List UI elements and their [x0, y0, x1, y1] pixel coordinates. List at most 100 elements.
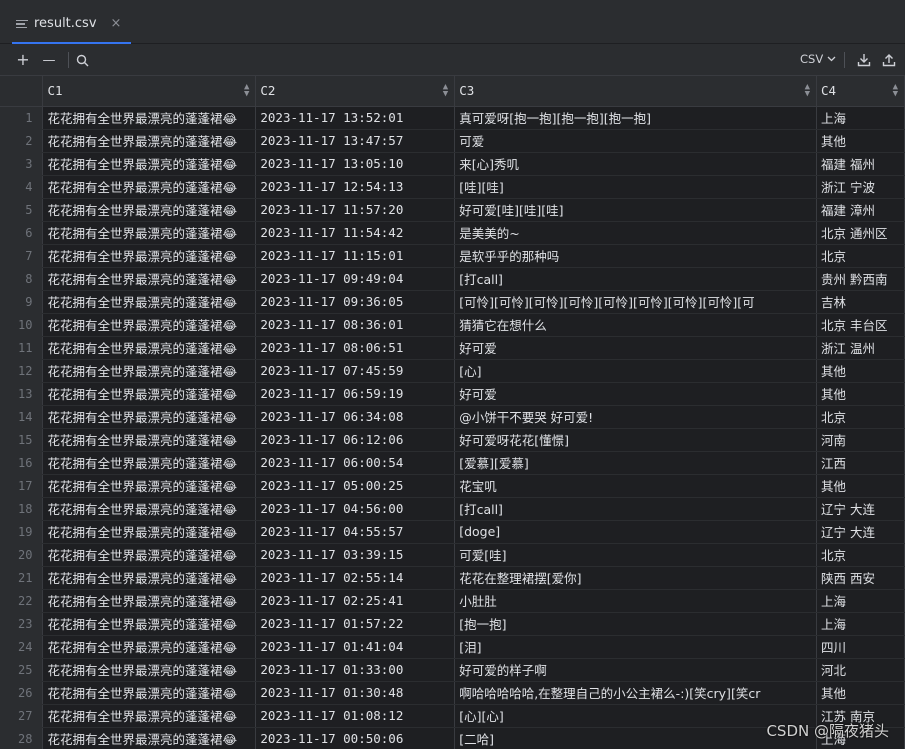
- cell-c3[interactable]: 好可爱呀花花[懂憬]: [454, 428, 818, 452]
- row-number[interactable]: 22: [0, 589, 44, 613]
- table-row[interactable]: 1 花花拥有全世界最漂亮的蓬蓬裙😂 2023-11-17 13:52:01 真可爱呀[…: [0, 106, 905, 130]
- cell-c3[interactable]: 猜猜它在想什么: [454, 313, 818, 337]
- cell-c1[interactable]: 花花拥有全世界最漂亮的蓬蓬裙😂: [42, 382, 257, 406]
- table-row[interactable]: 22 花花拥有全世界最漂亮的蓬蓬裙😂 2023-11-17 02:25:41 小肚肚上…: [0, 589, 905, 613]
- cell-c4[interactable]: 四川: [816, 635, 905, 659]
- table-row[interactable]: 9 花花拥有全世界最漂亮的蓬蓬裙😂 2023-11-17 09:36:05 [可怜][…: [0, 290, 905, 314]
- cell-c1[interactable]: 花花拥有全世界最漂亮的蓬蓬裙😂: [42, 520, 257, 544]
- cell-c4[interactable]: 其他: [816, 474, 905, 498]
- table-row[interactable]: 6 花花拥有全世界最漂亮的蓬蓬裙😂 2023-11-17 11:54:42 是美美的~…: [0, 221, 905, 245]
- row-number[interactable]: 10: [0, 313, 44, 337]
- cell-c2[interactable]: 2023-11-17 08:36:01: [255, 313, 456, 337]
- row-number[interactable]: 25: [0, 658, 44, 682]
- cell-c4[interactable]: 辽宁 大连: [816, 497, 905, 521]
- cell-c1[interactable]: 花花拥有全世界最漂亮的蓬蓬裙😂: [42, 267, 257, 291]
- cell-c1[interactable]: 花花拥有全世界最漂亮的蓬蓬裙😂: [42, 290, 257, 314]
- cell-c3[interactable]: 是软乎乎的那种吗: [454, 244, 818, 268]
- cell-c2[interactable]: 2023-11-17 11:57:20: [255, 198, 456, 222]
- cell-c3[interactable]: 好可爱[哇][哇][哇]: [454, 198, 818, 222]
- cell-c4[interactable]: 北京 通州区: [816, 221, 905, 245]
- cell-c3[interactable]: [打call]: [454, 267, 818, 291]
- row-number[interactable]: 19: [0, 520, 44, 544]
- close-icon[interactable]: ×: [111, 16, 122, 31]
- cell-c2[interactable]: 2023-11-17 06:00:54: [255, 451, 456, 475]
- export-button[interactable]: [880, 51, 898, 69]
- table-row[interactable]: 11 花花拥有全世界最漂亮的蓬蓬裙😂 2023-11-17 08:06:51 好可爱浙…: [0, 336, 905, 360]
- cell-c2[interactable]: 2023-11-17 02:25:41: [255, 589, 456, 613]
- cell-c1[interactable]: 花花拥有全世界最漂亮的蓬蓬裙😂: [42, 152, 257, 176]
- cell-c2[interactable]: 2023-11-17 03:39:15: [255, 543, 456, 567]
- row-number[interactable]: 28: [0, 727, 44, 749]
- cell-c4[interactable]: 陕西 西安: [816, 566, 905, 590]
- cell-c3[interactable]: 可爱[哇]: [454, 543, 818, 567]
- table-row[interactable]: 5 花花拥有全世界最漂亮的蓬蓬裙😂 2023-11-17 11:57:20 好可爱[哇…: [0, 198, 905, 222]
- cell-c1[interactable]: 花花拥有全世界最漂亮的蓬蓬裙😂: [42, 566, 257, 590]
- table-row[interactable]: 4 花花拥有全世界最漂亮的蓬蓬裙😂 2023-11-17 12:54:13 [哇][哇…: [0, 175, 905, 199]
- cell-c3[interactable]: [可怜][可怜][可怜][可怜][可怜][可怜][可怜][可怜][可: [454, 290, 818, 314]
- cell-c2[interactable]: 2023-11-17 05:00:25: [255, 474, 456, 498]
- cell-c4[interactable]: 上海: [816, 106, 905, 130]
- cell-c2[interactable]: 2023-11-17 01:30:48: [255, 681, 456, 705]
- cell-c3[interactable]: [二哈]: [454, 727, 818, 749]
- cell-c1[interactable]: 花花拥有全世界最漂亮的蓬蓬裙😂: [42, 474, 257, 498]
- cell-c3[interactable]: 好可爱的样子啊: [454, 658, 818, 682]
- cell-c4[interactable]: 吉林: [816, 290, 905, 314]
- cell-c1[interactable]: 花花拥有全世界最漂亮的蓬蓬裙😂: [42, 681, 257, 705]
- cell-c4[interactable]: 浙江 宁波: [816, 175, 905, 199]
- row-number[interactable]: 3: [0, 152, 44, 176]
- table-row[interactable]: 19 花花拥有全世界最漂亮的蓬蓬裙😂 2023-11-17 04:55:57 [dog…: [0, 520, 905, 544]
- row-number[interactable]: 2: [0, 129, 44, 153]
- table-row[interactable]: 17 花花拥有全世界最漂亮的蓬蓬裙😂 2023-11-17 05:00:25 花宝叽其…: [0, 474, 905, 498]
- cell-c2[interactable]: 2023-11-17 04:55:57: [255, 520, 456, 544]
- cell-c4[interactable]: 北京: [816, 543, 905, 567]
- cell-c4[interactable]: 上海: [816, 589, 905, 613]
- cell-c3[interactable]: [心][心]: [454, 704, 818, 728]
- cell-c1[interactable]: 花花拥有全世界最漂亮的蓬蓬裙😂: [42, 589, 257, 613]
- cell-c2[interactable]: 2023-11-17 00:50:06: [255, 727, 456, 749]
- cell-c3[interactable]: 好可爱: [454, 336, 818, 360]
- cell-c2[interactable]: 2023-11-17 01:41:04: [255, 635, 456, 659]
- cell-c4[interactable]: 上海: [816, 612, 905, 636]
- table-row[interactable]: 2 花花拥有全世界最漂亮的蓬蓬裙😂 2023-11-17 13:47:57 可爱 其他: [0, 129, 905, 153]
- row-number[interactable]: 26: [0, 681, 44, 705]
- cell-c3[interactable]: 好可爱: [454, 382, 818, 406]
- row-number[interactable]: 27: [0, 704, 44, 728]
- cell-c2[interactable]: 2023-11-17 07:45:59: [255, 359, 456, 383]
- cell-c2[interactable]: 2023-11-17 13:05:10: [255, 152, 456, 176]
- cell-c4[interactable]: 北京 丰台区: [816, 313, 905, 337]
- cell-c3[interactable]: [打call]: [454, 497, 818, 521]
- cell-c2[interactable]: 2023-11-17 01:33:00: [255, 658, 456, 682]
- remove-row-button[interactable]: —: [40, 51, 58, 69]
- column-header[interactable]: C1 ▲ ▼: [42, 76, 257, 107]
- cell-c1[interactable]: 花花拥有全世界最漂亮的蓬蓬裙😂: [42, 129, 257, 153]
- cell-c2[interactable]: 2023-11-17 13:52:01: [255, 106, 456, 130]
- row-number[interactable]: 18: [0, 497, 44, 521]
- row-number[interactable]: 6: [0, 221, 44, 245]
- cell-c1[interactable]: 花花拥有全世界最漂亮的蓬蓬裙😂: [42, 313, 257, 337]
- table-row[interactable]: 26 花花拥有全世界最漂亮的蓬蓬裙😂 2023-11-17 01:30:48 啊哈哈哈…: [0, 681, 905, 705]
- column-header[interactable]: C2 ▲ ▼: [255, 76, 456, 107]
- column-header[interactable]: C4 ▲ ▼: [816, 76, 905, 107]
- table-row[interactable]: 12 花花拥有全世界最漂亮的蓬蓬裙😂 2023-11-17 07:45:59 [心] 其…: [0, 359, 905, 383]
- cell-c3[interactable]: [爱慕][爱慕]: [454, 451, 818, 475]
- cell-c4[interactable]: 辽宁 大连: [816, 520, 905, 544]
- cell-c2[interactable]: 2023-11-17 06:34:08: [255, 405, 456, 429]
- cell-c2[interactable]: 2023-11-17 01:57:22: [255, 612, 456, 636]
- cell-c2[interactable]: 2023-11-17 06:12:06: [255, 428, 456, 452]
- cell-c1[interactable]: 花花拥有全世界最漂亮的蓬蓬裙😂: [42, 727, 257, 749]
- row-number[interactable]: 17: [0, 474, 44, 498]
- table-row[interactable]: 3 花花拥有全世界最漂亮的蓬蓬裙😂 2023-11-17 13:05:10 来[心]秀…: [0, 152, 905, 176]
- cell-c4[interactable]: 其他: [816, 382, 905, 406]
- cell-c2[interactable]: 2023-11-17 11:15:01: [255, 244, 456, 268]
- table-row[interactable]: 23 花花拥有全世界最漂亮的蓬蓬裙😂 2023-11-17 01:57:22 [抱一抱…: [0, 612, 905, 636]
- cell-c3[interactable]: @小饼干不要哭 好可爱!: [454, 405, 818, 429]
- row-number[interactable]: 14: [0, 405, 44, 429]
- cell-c3[interactable]: 来[心]秀叽: [454, 152, 818, 176]
- cell-c2[interactable]: 2023-11-17 09:36:05: [255, 290, 456, 314]
- cell-c2[interactable]: 2023-11-17 02:55:14: [255, 566, 456, 590]
- cell-c2[interactable]: 2023-11-17 13:47:57: [255, 129, 456, 153]
- row-number[interactable]: 15: [0, 428, 44, 452]
- row-number[interactable]: 20: [0, 543, 44, 567]
- sort-arrows-icon[interactable]: ▲ ▼: [244, 83, 249, 99]
- table-row[interactable]: 8 花花拥有全世界最漂亮的蓬蓬裙😂 2023-11-17 09:49:04 [打cal…: [0, 267, 905, 291]
